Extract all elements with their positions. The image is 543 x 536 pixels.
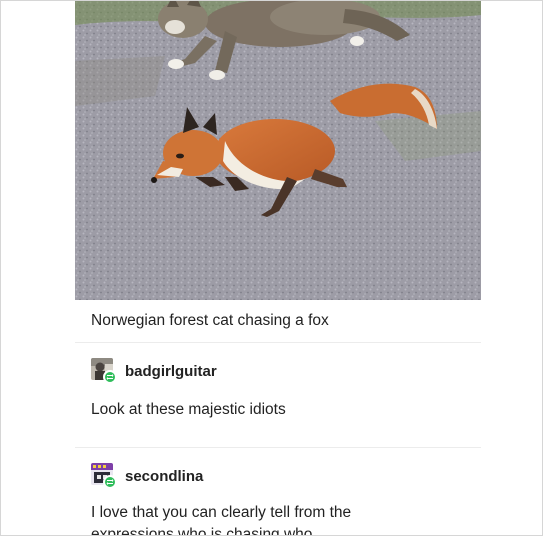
avatar[interactable] — [91, 463, 117, 489]
username-link[interactable]: badgirlguitar — [125, 363, 217, 380]
avatar[interactable] — [91, 358, 117, 384]
reblog-text: I love that you can clearly tell from th… — [91, 504, 352, 536]
cat-chasing-fox-photo — [75, 1, 481, 300]
reblog-entry: badgirlguitar Look at these majestic idi… — [75, 357, 481, 448]
tumblr-post: Norwegian forest cat chasing a fox badgi… — [75, 1, 481, 536]
post-caption: Norwegian forest cat chasing a fox — [75, 300, 481, 343]
reblog-header: badgirlguitar — [91, 357, 481, 385]
username-link[interactable]: secondlina — [125, 468, 203, 485]
reblog-header: secondlina — [91, 462, 481, 490]
reblog-text: Look at these majestic idiots — [91, 401, 286, 418]
screenshot-frame: Norwegian forest cat chasing a fox badgi… — [0, 0, 543, 536]
reblog-icon — [103, 370, 117, 384]
reblog-entry: secondlina I love that you can clearly t… — [75, 462, 481, 536]
post-photo[interactable] — [75, 1, 481, 300]
reblog-icon — [103, 475, 117, 489]
